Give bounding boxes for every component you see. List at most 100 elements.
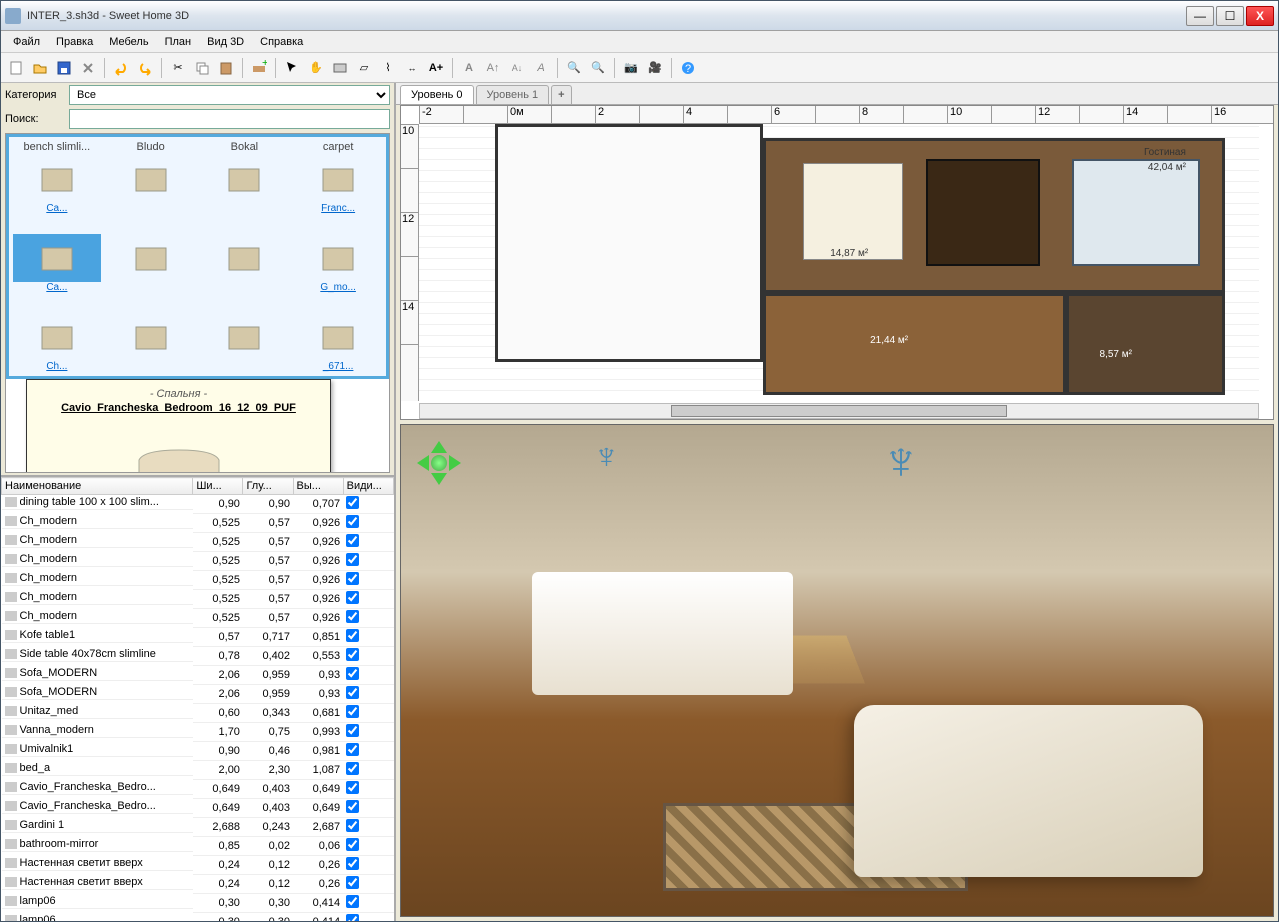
table-row[interactable]: Ch_modern0,5250,570,926 <box>2 514 394 533</box>
text-tool-icon[interactable]: A+ <box>425 57 447 79</box>
catalog-item[interactable] <box>107 299 195 372</box>
table-row[interactable]: Ch_modern0,5250,570,926 <box>2 571 394 590</box>
zoom-out-icon[interactable]: 🔍 <box>587 57 609 79</box>
add-furniture-icon[interactable]: + <box>248 57 270 79</box>
visibility-checkbox[interactable] <box>346 781 359 794</box>
visibility-checkbox[interactable] <box>346 610 359 623</box>
table-row[interactable]: Ch_modern0,5250,570,926 <box>2 609 394 628</box>
furniture-catalog[interactable]: bench slimli...Ca...BludoBokalcarpetFran… <box>5 133 390 473</box>
room-tool-icon[interactable]: ▱ <box>353 57 375 79</box>
visibility-checkbox[interactable] <box>346 515 359 528</box>
table-row[interactable]: Ch_modern0,5250,570,926 <box>2 590 394 609</box>
table-row[interactable]: Cavio_Francheska_Bedro...0,6490,4030,649 <box>2 780 394 799</box>
catalog-item[interactable]: bench slimli...Ca... <box>13 141 101 214</box>
visibility-checkbox[interactable] <box>346 819 359 832</box>
catalog-item[interactable] <box>201 299 289 372</box>
visibility-checkbox[interactable] <box>346 857 359 870</box>
dimension-tool-icon[interactable]: ↔ <box>401 57 423 79</box>
column-header[interactable]: Види... <box>343 478 393 495</box>
table-row[interactable]: Sofa_MODERN2,060,9590,93 <box>2 685 394 704</box>
tab-add-level[interactable]: + <box>551 85 571 104</box>
text-bigger-icon[interactable]: A↑ <box>482 57 504 79</box>
menu-Вид 3D[interactable]: Вид 3D <box>199 34 252 50</box>
close-button[interactable]: X <box>1246 6 1274 26</box>
view-3d[interactable]: ♆ ♆ <box>400 424 1274 917</box>
furniture-list[interactable]: НаименованиеШи...Глу...Вы...Види... dini… <box>1 475 394 921</box>
nav-center-icon[interactable] <box>431 455 447 471</box>
catalog-item[interactable]: Ca... <box>13 220 101 293</box>
text-smaller-icon[interactable]: A↓ <box>506 57 528 79</box>
plan-view[interactable]: -20м246810121416 101214 14,87 м² Гостина… <box>400 105 1274 420</box>
column-header[interactable]: Глу... <box>243 478 293 495</box>
photo-icon[interactable]: 📷 <box>620 57 642 79</box>
text-bold-icon[interactable]: A <box>458 57 480 79</box>
nav-up-icon[interactable] <box>431 433 447 453</box>
redo-icon[interactable] <box>134 57 156 79</box>
catalog-item[interactable] <box>107 220 195 293</box>
catalog-item[interactable]: Bokal <box>201 141 289 214</box>
visibility-checkbox[interactable] <box>346 629 359 642</box>
table-row[interactable]: Ch_modern0,5250,570,926 <box>2 552 394 571</box>
catalog-item[interactable]: G_mo... <box>294 220 382 293</box>
zoom-in-icon[interactable]: 🔍 <box>563 57 585 79</box>
search-input[interactable] <box>69 109 390 129</box>
maximize-button[interactable]: ☐ <box>1216 6 1244 26</box>
nav-down-icon[interactable] <box>431 473 447 493</box>
text-italic-icon[interactable]: A <box>530 57 552 79</box>
visibility-checkbox[interactable] <box>346 895 359 908</box>
visibility-checkbox[interactable] <box>346 800 359 813</box>
table-row[interactable]: bed_a2,002,301,087 <box>2 761 394 780</box>
table-row[interactable]: Side table 40x78cm slimline0,780,4020,55… <box>2 647 394 666</box>
tab-level-1[interactable]: Уровень 1 <box>476 85 550 104</box>
table-row[interactable]: Kofe table10,570,7170,851 <box>2 628 394 647</box>
catalog-item[interactable]: carpetFranc... <box>294 141 382 214</box>
column-header[interactable]: Наименование <box>2 478 193 495</box>
menu-Справка[interactable]: Справка <box>252 34 311 50</box>
preferences-icon[interactable] <box>77 57 99 79</box>
open-icon[interactable] <box>29 57 51 79</box>
polyline-tool-icon[interactable]: ⌇ <box>377 57 399 79</box>
minimize-button[interactable]: — <box>1186 6 1214 26</box>
column-header[interactable]: Вы... <box>293 478 343 495</box>
nav-left-icon[interactable] <box>409 455 429 471</box>
wall-tool-icon[interactable] <box>329 57 351 79</box>
menu-Файл[interactable]: Файл <box>5 34 48 50</box>
visibility-checkbox[interactable] <box>346 667 359 680</box>
tab-level-0[interactable]: Уровень 0 <box>400 85 474 104</box>
category-select[interactable]: Все <box>69 85 390 105</box>
nav-right-icon[interactable] <box>449 455 469 471</box>
table-row[interactable]: Vanna_modern1,700,750,993 <box>2 723 394 742</box>
table-row[interactable]: Cavio_Francheska_Bedro...0,6490,4030,649 <box>2 799 394 818</box>
select-tool-icon[interactable] <box>281 57 303 79</box>
table-row[interactable]: bathroom-mirror0,850,020,06 <box>2 837 394 856</box>
visibility-checkbox[interactable] <box>346 762 359 775</box>
visibility-checkbox[interactable] <box>346 838 359 851</box>
visibility-checkbox[interactable] <box>346 914 359 921</box>
visibility-checkbox[interactable] <box>346 876 359 889</box>
save-icon[interactable] <box>53 57 75 79</box>
menu-План[interactable]: План <box>157 34 200 50</box>
visibility-checkbox[interactable] <box>346 534 359 547</box>
catalog-item[interactable]: Bludo <box>107 141 195 214</box>
plan-canvas[interactable]: 14,87 м² Гостиная 42,04 м² 21,44 м² 8,57… <box>419 124 1259 401</box>
table-row[interactable]: Sofa_MODERN2,060,9590,93 <box>2 666 394 685</box>
table-row[interactable]: Gardini 12,6880,2432,687 <box>2 818 394 837</box>
table-row[interactable]: Настенная светит вверх0,240,120,26 <box>2 875 394 894</box>
plan-room[interactable]: 8,57 м² <box>1066 293 1226 395</box>
pan-tool-icon[interactable]: ✋ <box>305 57 327 79</box>
catalog-item[interactable]: _671... <box>294 299 382 372</box>
plan-room[interactable]: 21,44 м² <box>763 293 1065 395</box>
table-row[interactable]: Umivalnik10,900,460,981 <box>2 742 394 761</box>
table-row[interactable]: lamp060,300,300,414 <box>2 894 394 913</box>
table-row[interactable]: lamp060,300,300,414 <box>2 913 394 922</box>
menu-Мебель[interactable]: Мебель <box>101 34 156 50</box>
video-icon[interactable]: 🎥 <box>644 57 666 79</box>
plan-room[interactable]: 14,87 м² Гостиная 42,04 м² <box>763 138 1225 293</box>
column-header[interactable]: Ши... <box>193 478 243 495</box>
visibility-checkbox[interactable] <box>346 648 359 661</box>
visibility-checkbox[interactable] <box>346 553 359 566</box>
visibility-checkbox[interactable] <box>346 591 359 604</box>
paste-icon[interactable] <box>215 57 237 79</box>
visibility-checkbox[interactable] <box>346 686 359 699</box>
visibility-checkbox[interactable] <box>346 496 359 509</box>
